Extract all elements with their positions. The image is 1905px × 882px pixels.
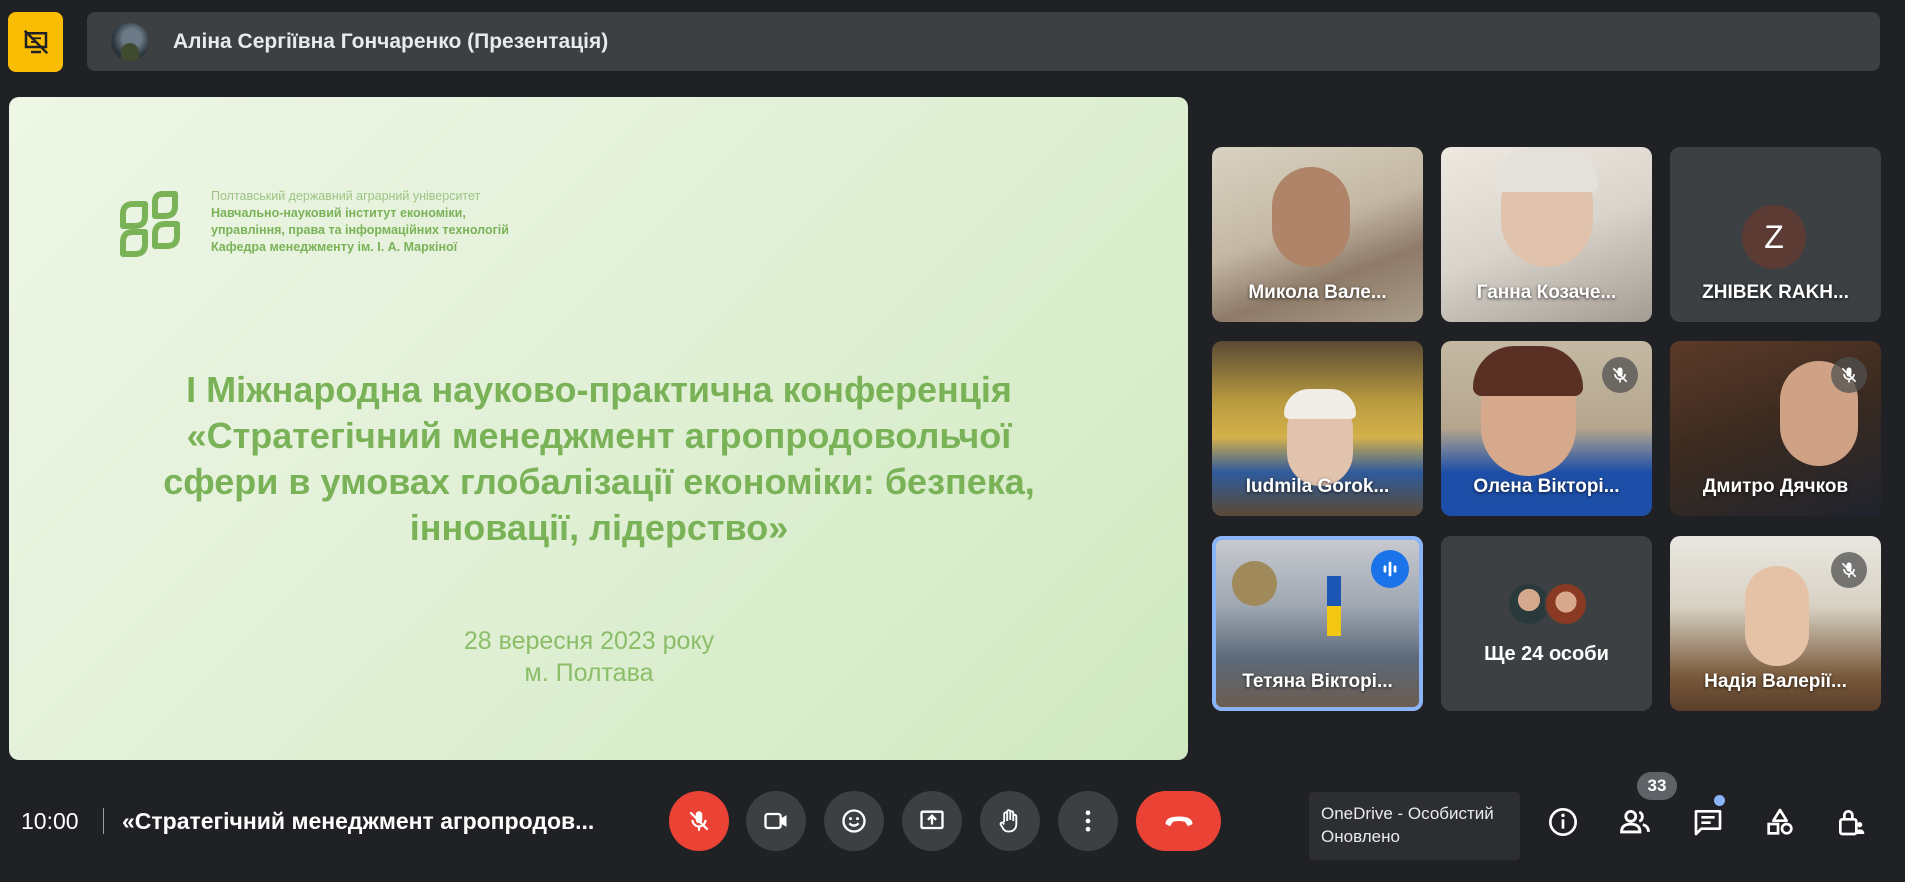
conference-title: І Міжнародна науково-практична конференц… [69, 367, 1129, 551]
audio-level-icon [1383, 561, 1397, 577]
meeting-title: «Стратегічний менеджмент агропродов... [122, 808, 595, 834]
avatar [1544, 582, 1588, 626]
divider [103, 808, 104, 834]
video-person [1272, 167, 1350, 267]
more-participants-tile[interactable]: Ще 24 особи [1441, 536, 1652, 711]
participant-name: Надія Валерії... [1704, 671, 1847, 692]
participant-name: ZHIBEK RAKH... [1702, 282, 1849, 303]
more-participants-label: Ще 24 особи [1484, 643, 1609, 665]
people-button[interactable] [1610, 797, 1660, 847]
muted-indicator [1602, 357, 1638, 393]
conference-date: 28 вересня 2023 року м. Полтава [9, 625, 1169, 689]
participants-count-badge: 33 [1637, 772, 1677, 800]
speaking-indicator [1371, 550, 1409, 588]
mic-off-icon [1841, 562, 1857, 578]
presenter-name: Аліна Сергіївна Гончаренко (Презентація) [173, 29, 609, 53]
hand-icon [999, 809, 1018, 833]
presenter-avatar [111, 22, 149, 61]
conference-title-line: інновації, лідерство» [409, 507, 789, 548]
participant-name: Олена Вікторі... [1473, 476, 1620, 497]
activities-button[interactable] [1755, 797, 1805, 847]
lock-person-icon [1839, 810, 1865, 836]
participant-tile[interactable]: Iudmila Gorok... [1212, 341, 1423, 516]
city-line: м. Полтава [524, 659, 654, 687]
notification-title: OneDrive - Особистий [1321, 804, 1494, 823]
participant-tile[interactable]: Ганна Козаче... [1441, 147, 1652, 322]
meeting-details-button[interactable] [1538, 797, 1588, 847]
participant-name: Дмитро Дячков [1702, 476, 1849, 497]
participant-tile[interactable]: Надія Валерії... [1670, 536, 1881, 711]
participant-tile[interactable]: Тетяна Вікторі... [1212, 536, 1423, 711]
muted-indicator [1831, 357, 1867, 393]
camera-icon [764, 812, 787, 830]
mic-off-icon [689, 811, 709, 831]
info-icon [1549, 808, 1577, 836]
host-controls-button[interactable] [1826, 797, 1876, 847]
leave-call-button[interactable] [1136, 791, 1221, 851]
conference-title-line: «Стратегічний менеджмент агропродовольчо… [186, 415, 1012, 456]
muted-indicator [1831, 552, 1867, 588]
presenter-bar: Аліна Сергіївна Гончаренко (Презентація) [87, 12, 1880, 71]
onedrive-notification[interactable]: OneDrive - Особистий Оновлено [1309, 792, 1520, 860]
reactions-button[interactable] [824, 791, 884, 851]
institute-line-2: управління, права та інформаційних техно… [211, 223, 509, 237]
call-end-icon [1165, 816, 1192, 827]
participant-tile[interactable]: Z ZHIBEK RAKH... [1670, 147, 1881, 322]
participant-tile[interactable]: Олена Вікторі... [1441, 341, 1652, 516]
university-logo-icon [120, 191, 180, 257]
mic-off-icon [1612, 367, 1628, 383]
notification-status: Оновлено [1321, 827, 1400, 846]
raise-hand-button[interactable] [980, 791, 1040, 851]
chat-button[interactable] [1683, 797, 1733, 847]
university-name: Полтавський державний аграрний університ… [211, 189, 481, 203]
participant-name: Ганна Козаче... [1476, 282, 1617, 303]
participant-name: Тетяна Вікторі... [1242, 671, 1393, 692]
participant-name: Микола Вале... [1248, 282, 1387, 303]
avatar: Z [1742, 205, 1806, 269]
institute-line-1: Навчально-науковий інститут економіки, [211, 206, 466, 220]
participant-tile[interactable]: Дмитро Дячков [1670, 341, 1881, 516]
meeting-clock: 10:00 [21, 808, 79, 834]
activities-icon [1767, 808, 1793, 835]
conference-title-line: І Міжнародна науково-практична конференц… [186, 369, 1012, 410]
participant-tile[interactable]: Микола Вале... [1212, 147, 1423, 322]
chat-notification-dot [1714, 795, 1725, 806]
mic-off-icon [1841, 367, 1857, 383]
participant-name: Iudmila Gorok... [1245, 476, 1390, 497]
microphone-toggle-button[interactable] [669, 791, 729, 851]
conference-title-line: сфери в умовах глобалізації економіки: б… [163, 461, 1035, 502]
present-now-button[interactable] [902, 791, 962, 851]
more-options-button[interactable] [1058, 791, 1118, 851]
people-icon [1620, 809, 1650, 834]
video-person [1745, 566, 1809, 666]
present-screen-icon [920, 810, 944, 830]
date-line: 28 вересня 2023 року [463, 627, 715, 655]
organization-info: Полтавський державний аграрний університ… [211, 188, 509, 256]
presentation-off-icon [23, 29, 48, 55]
department-name: Кафедра менеджменту ім. І. А. Маркіної [211, 240, 458, 254]
emoji-icon [842, 809, 866, 833]
stop-presenting-button[interactable] [8, 12, 63, 72]
chat-icon [1694, 810, 1722, 836]
camera-toggle-button[interactable] [746, 791, 806, 851]
more-vert-icon [1085, 810, 1091, 832]
presentation-slide: Полтавський державний аграрний університ… [9, 97, 1188, 760]
